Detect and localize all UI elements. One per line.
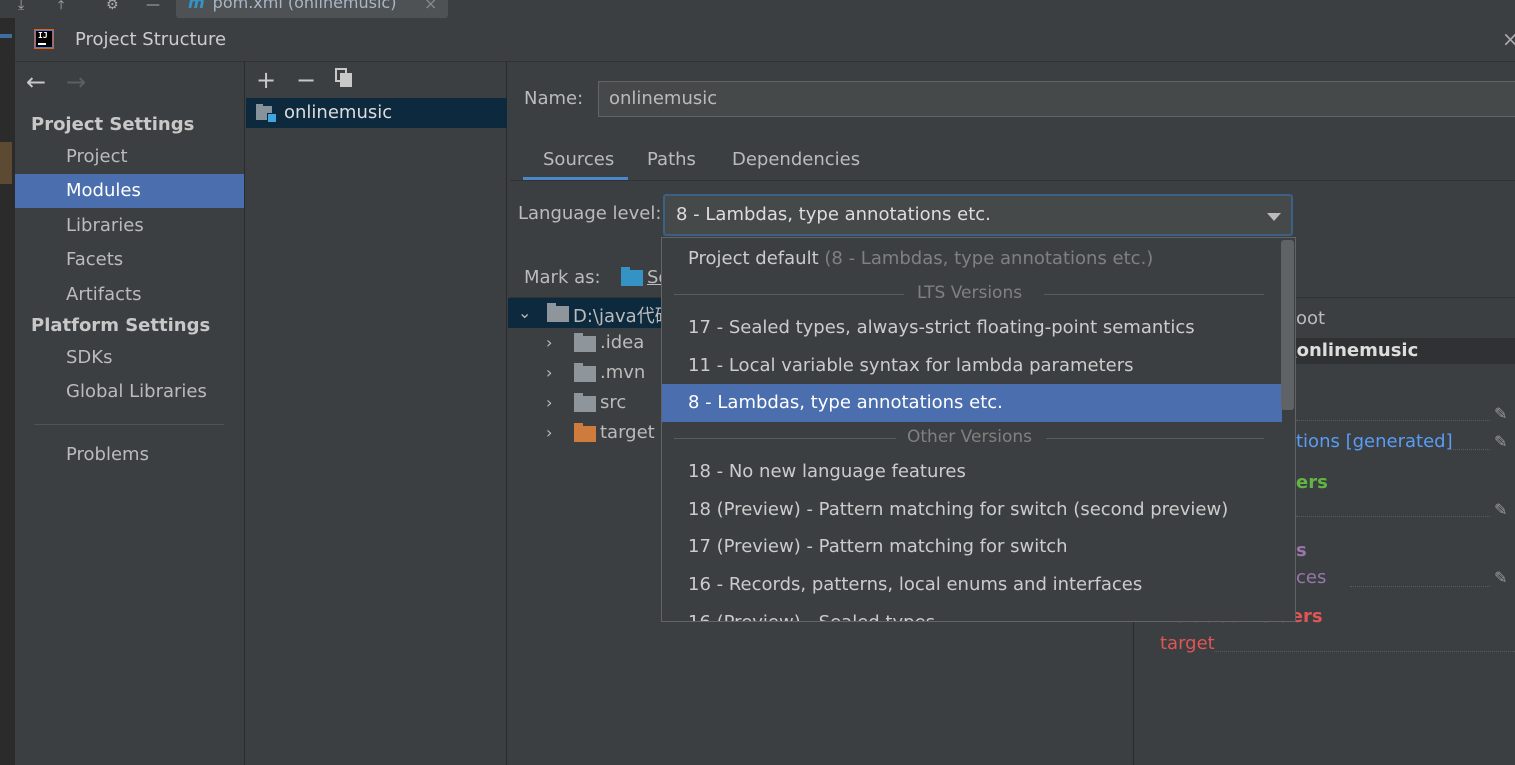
option-16[interactable]: 16 - Records, patterns, local enums and … xyxy=(662,566,1282,604)
module-list-panel xyxy=(245,62,507,765)
option-project-default[interactable]: Project default (8 - Lambdas, type annot… xyxy=(662,240,1282,278)
ide-gutter xyxy=(0,18,15,765)
copy-icon[interactable] xyxy=(335,68,353,88)
option-18-preview[interactable]: 18 (Preview) - Pattern matching for swit… xyxy=(662,491,1282,529)
name-label: Name: xyxy=(524,88,584,109)
maven-icon: m xyxy=(188,0,205,12)
add-icon[interactable]: + xyxy=(256,66,276,94)
pencil-icon[interactable]: ✎ xyxy=(1494,500,1507,519)
chevron-right-icon[interactable]: › xyxy=(546,423,552,442)
pencil-icon[interactable]: ✎ xyxy=(1494,568,1507,587)
resources-header: s xyxy=(1296,540,1307,561)
excluded-folder-icon xyxy=(574,423,596,442)
group-lts-versions: LTS Versions xyxy=(674,275,1264,313)
editor-tab-label: m pom.xml (onlinemusic) xyxy=(188,0,396,12)
chevron-right-icon[interactable]: › xyxy=(546,363,552,382)
dialog-titlebar xyxy=(15,18,1515,62)
dropdown-scrollbar[interactable] xyxy=(1281,240,1294,410)
chevron-down-icon[interactable] xyxy=(1267,213,1281,221)
tab-paths[interactable]: Paths xyxy=(647,149,696,170)
minimize-icon[interactable]: — xyxy=(146,0,160,12)
close-icon[interactable]: × xyxy=(1502,27,1515,51)
name-input[interactable]: onlinemusic xyxy=(598,81,1515,117)
option-17[interactable]: 17 - Sealed types, always-strict floatin… xyxy=(662,309,1282,347)
editor-tab-close-icon[interactable]: × xyxy=(424,0,437,13)
pencil-icon[interactable]: ✎ xyxy=(1494,404,1507,423)
root-divider xyxy=(1214,651,1515,652)
tabs-divider xyxy=(510,180,1515,181)
language-level-dropdown: Project default (8 - Lambdas, type annot… xyxy=(661,237,1296,622)
group-other-versions: Other Versions xyxy=(674,419,1264,457)
content-root-path: \onlinemusic xyxy=(1290,340,1419,361)
option-17-preview[interactable]: 17 (Preview) - Pattern matching for swit… xyxy=(662,528,1282,566)
gear-icon[interactable]: ⚙ xyxy=(106,0,119,12)
tab-sources[interactable]: Sources xyxy=(543,149,614,170)
sources-folder-icon[interactable] xyxy=(621,267,643,286)
option-11[interactable]: 11 - Local variable syntax for lambda pa… xyxy=(662,347,1282,385)
root-divider xyxy=(1296,516,1490,517)
folder-icon xyxy=(574,393,596,412)
add-content-root-button[interactable]: oot xyxy=(1296,308,1325,329)
nav-item-sdks[interactable]: SDKs xyxy=(15,341,244,375)
chevron-right-icon[interactable]: › xyxy=(546,333,552,352)
root-divider xyxy=(1450,449,1490,450)
nav-section-platform-settings: Platform Settings xyxy=(31,315,211,336)
forward-arrow-icon[interactable]: → xyxy=(66,68,86,96)
test-sources-header: ers xyxy=(1296,472,1328,493)
folder-icon xyxy=(547,303,569,322)
mark-as-label: Mark as: xyxy=(524,267,601,288)
root-divider xyxy=(1350,586,1490,587)
nav-item-artifacts[interactable]: Artifacts xyxy=(15,278,244,312)
tree-item-idea[interactable]: .idea xyxy=(600,332,644,353)
folder-icon xyxy=(574,333,596,352)
tree-item-target[interactable]: target xyxy=(600,422,655,443)
module-folder-icon xyxy=(256,104,278,124)
nav-item-global-libraries[interactable]: Global Libraries xyxy=(15,375,244,409)
language-level-label: Language level: xyxy=(518,203,662,224)
upload-icon[interactable]: ⤒ xyxy=(58,0,64,12)
remove-icon[interactable]: − xyxy=(296,66,316,94)
tree-root-label: D:\java代码 xyxy=(573,306,673,327)
nav-item-modules[interactable]: Modules xyxy=(15,174,244,208)
tab-dependencies[interactable]: Dependencies xyxy=(732,149,860,170)
language-level-select[interactable]: 8 - Lambdas, type annotations etc. xyxy=(663,194,1293,236)
module-name: onlinemusic xyxy=(284,102,393,123)
pencil-icon[interactable]: ✎ xyxy=(1494,432,1507,451)
chevron-down-icon[interactable]: ⌄ xyxy=(518,303,531,322)
intellij-logo-icon: IJ xyxy=(34,29,54,49)
tree-item-src[interactable]: src xyxy=(600,392,626,413)
nav-item-problems[interactable]: Problems xyxy=(15,438,244,472)
root-divider xyxy=(1296,420,1490,421)
nav-item-facets[interactable]: Facets xyxy=(15,243,244,277)
chevron-right-icon[interactable]: › xyxy=(546,393,552,412)
back-arrow-icon[interactable]: ← xyxy=(26,68,46,96)
nav-section-project-settings: Project Settings xyxy=(31,114,195,135)
folder-icon xyxy=(574,363,596,382)
option-16-preview[interactable]: 16 (Preview) - Sealed types xyxy=(662,604,1282,621)
generated-sources-item: tions [generated] xyxy=(1296,431,1453,452)
excluded-folder-item: target xyxy=(1160,633,1215,654)
nav-divider xyxy=(34,424,224,425)
option-18[interactable]: 18 - No new language features xyxy=(662,453,1282,491)
dialog-title: Project Structure xyxy=(75,29,227,50)
tree-item-mvn[interactable]: .mvn xyxy=(600,362,645,383)
download-icon[interactable]: ⤓ xyxy=(18,0,24,12)
option-8[interactable]: 8 - Lambdas, type annotations etc. xyxy=(662,384,1282,422)
test-resources-item: ces xyxy=(1296,567,1327,588)
nav-item-project[interactable]: Project xyxy=(15,140,244,174)
nav-item-libraries[interactable]: Libraries xyxy=(15,209,244,243)
